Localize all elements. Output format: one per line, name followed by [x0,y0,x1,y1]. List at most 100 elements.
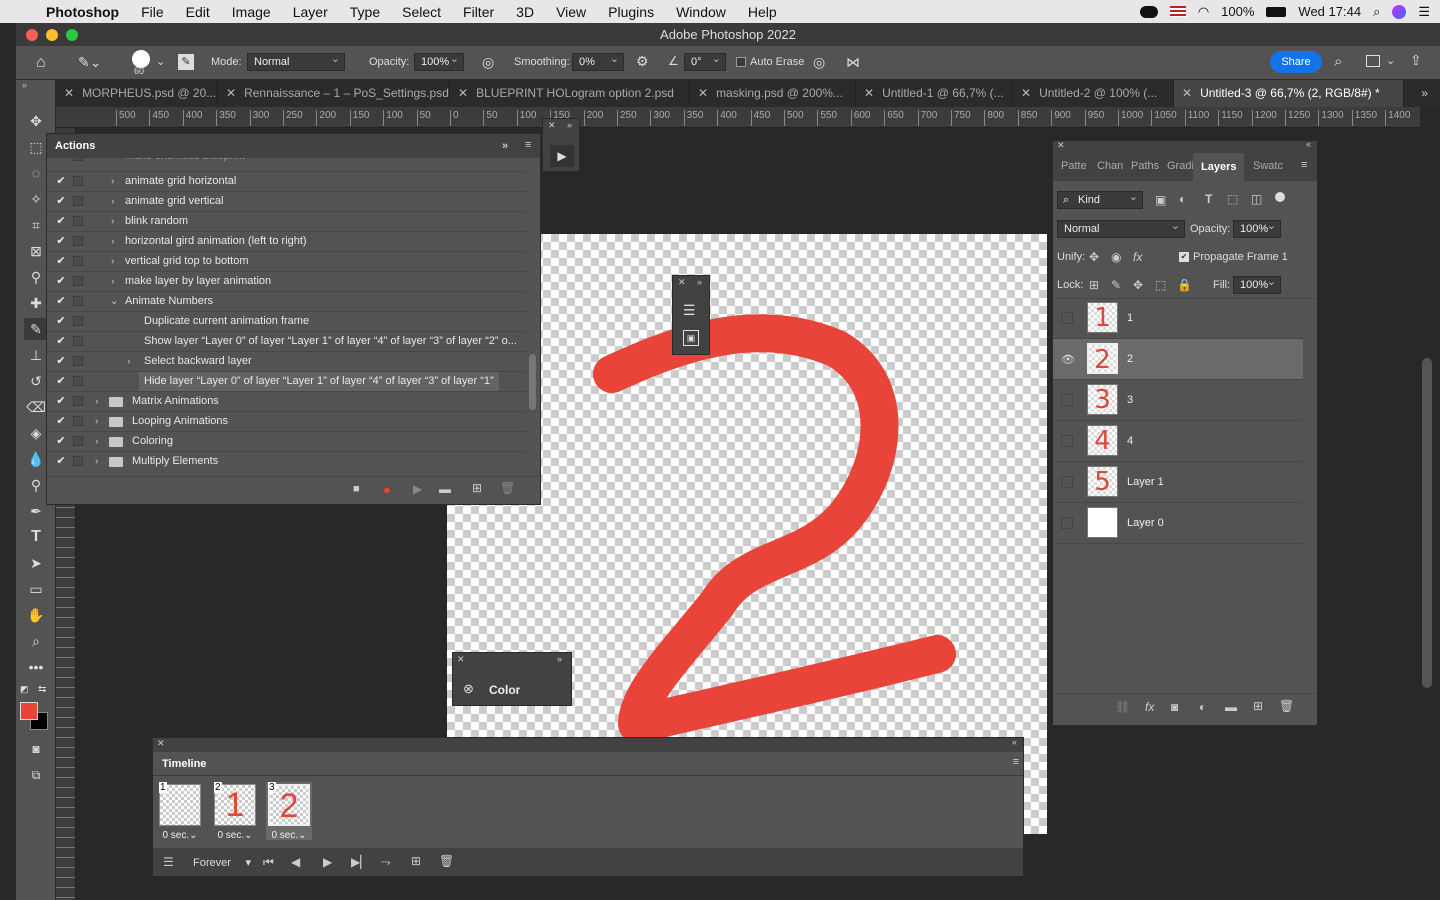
action-step-row[interactable]: ✔ › Select backward layer [47,351,527,371]
close-panel-icon[interactable]: ✕ [157,738,165,749]
clock[interactable]: Wed 17:44 [1298,4,1361,19]
first-frame-icon[interactable]: ⏮ [263,855,274,870]
delete-frame-icon[interactable]: 🗑 [439,854,454,868]
action-step-row[interactable]: ✔ Show layer “Layer 0” of layer “Layer 1”… [47,331,527,351]
close-strip-icon[interactable]: ✕ [678,277,686,288]
properties-icon[interactable]: ▣ [683,330,699,346]
previous-frame-icon[interactable]: ◀ [291,855,300,869]
eraser-tool-icon[interactable]: ⌫ [24,396,48,418]
menu-filter[interactable]: Filter [452,4,505,20]
expand-chevron-icon[interactable]: › [111,172,114,191]
menu-image[interactable]: Image [221,4,282,20]
healing-brush-tool-icon[interactable]: ✚ [24,292,48,314]
panel-menu-icon[interactable]: ≡ [1301,159,1307,171]
rectangle-tool-icon[interactable]: ▭ [24,578,48,600]
lock-pixels-icon[interactable]: ✎ [1111,278,1121,292]
convert-to-video-timeline-icon[interactable]: ☰ [163,855,174,869]
expand-chevron-icon[interactable]: › [111,272,114,291]
filter-type-icon[interactable]: T [1205,192,1212,206]
layer-row[interactable]: 4 4 [1053,421,1303,462]
close-tab-icon[interactable]: ✕ [64,86,74,100]
layer-kind-filter[interactable]: ⌕ Kind [1057,189,1143,209]
toggle-check-icon[interactable]: ✔ [55,252,67,271]
toggle-check-icon[interactable]: ✔ [55,158,67,166]
action-step-row[interactable]: ✔ Duplicate current animation frame [47,311,527,331]
expand-chevron-icon[interactable]: › [95,392,98,411]
tabs-overflow-icon[interactable]: » [1421,86,1428,100]
toggle-check-icon[interactable]: ✔ [55,192,67,211]
tab-morpheus[interactable]: ✕ MORPHEUS.psd @ 20... [56,80,218,107]
siri-icon[interactable] [1392,4,1407,19]
visibility-toggle[interactable] [1061,476,1073,488]
creative-cloud-icon[interactable] [1139,5,1158,18]
duplicate-frame-icon[interactable]: ⊞ [411,854,421,868]
angle-input[interactable]: 0° [684,51,726,71]
visibility-toggle[interactable] [1061,312,1073,324]
tab-channels[interactable]: Chan [1097,160,1123,172]
toggle-check-icon[interactable]: ✔ [55,412,67,431]
dialog-toggle-box[interactable] [73,276,83,286]
auto-erase-checkbox[interactable] [736,57,746,67]
search-icon[interactable]: ⌕ [1334,53,1342,70]
lock-transparent-icon[interactable]: ⊞ [1089,278,1099,292]
lasso-tool-icon[interactable]: ◌ [24,162,48,184]
canvas-right-scrollbar[interactable] [1419,128,1440,900]
action-row[interactable]: ✔ › animate grid vertical [47,191,527,211]
adjustments-sliders-icon[interactable]: ☰ [683,302,696,319]
menu-window[interactable]: Window [665,4,737,20]
loop-select[interactable]: Forever ▾ [187,854,251,872]
flag-icon[interactable] [1169,6,1186,17]
collapse-panel-icon[interactable]: « [1012,737,1017,747]
dialog-toggle-box[interactable] [73,316,83,326]
add-mask-icon[interactable]: ◙ [1171,700,1178,714]
action-row[interactable]: ✔ › horizontal gird animation (left to rig… [47,231,527,251]
layer-row[interactable]: Layer 0 [1053,503,1303,544]
animation-frame-selected[interactable]: 2 3 0 sec.⌄ [266,782,312,841]
layer-row[interactable]: 5 Layer 1 [1053,462,1303,503]
default-colors-icon[interactable]: ◩ [20,684,29,695]
play-animation-icon[interactable]: ▶ [323,855,332,869]
lock-all-icon[interactable]: 🔒 [1177,278,1192,292]
blend-mode-select[interactable]: Normal [1057,218,1185,238]
screen-mode-icon[interactable]: ⧉ [24,764,48,786]
eye-icon[interactable]: 👁 [1061,353,1075,366]
more-tools-icon[interactable]: ••• [24,656,48,678]
menu-edit[interactable]: Edit [175,4,221,20]
toggle-check-icon[interactable]: ✔ [55,232,67,251]
expand-chevron-icon[interactable]: › [111,232,114,251]
toggle-check-icon[interactable]: ✔ [55,432,67,451]
delete-action-icon[interactable]: 🗑 [500,481,515,495]
tab-rennaissance[interactable]: ✕ Rennaissance – 1 – PoS_Settings.psd [218,80,450,107]
dialog-toggle-box[interactable] [73,158,83,161]
unify-position-icon[interactable]: ✥ [1089,250,1099,264]
foreground-color-swatch[interactable] [20,702,38,720]
panel-menu-icon[interactable]: ≡ [1013,756,1019,768]
magic-wand-tool-icon[interactable]: ✧ [24,188,48,210]
animation-frame[interactable]: 1 2 0 sec.⌄ [212,782,258,842]
action-row-expanded[interactable]: ✔ ⌄ Animate Numbers [47,291,527,311]
dialog-toggle-box[interactable] [73,356,83,366]
menu-view[interactable]: View [545,4,597,20]
expand-chevron-icon[interactable]: › [95,432,98,451]
visibility-toggle[interactable] [1061,517,1073,529]
dialog-toggle-box[interactable] [73,456,83,466]
close-tab-icon[interactable]: ✕ [458,86,468,100]
frame-tool-icon[interactable]: ⊠ [24,240,48,262]
tween-icon[interactable]: ⤳ [381,855,391,870]
toggle-check-icon[interactable]: ✔ [55,372,67,391]
share-button[interactable]: Share [1270,51,1322,73]
action-row[interactable]: ✔ › make layer by layer animation [47,271,527,291]
toggle-check-icon[interactable]: ✔ [55,272,67,291]
quick-mask-icon[interactable]: ◙ [24,738,48,760]
close-window-button[interactable] [26,29,38,41]
expand-strip-icon[interactable]: » [697,277,702,287]
history-brush-tool-icon[interactable]: ↺ [24,370,48,392]
clone-stamp-tool-icon[interactable]: ⊥ [24,344,48,366]
move-tool-icon[interactable]: ✥ [24,110,48,132]
unify-style-icon[interactable]: fx [1133,250,1142,264]
new-group-icon[interactable]: ▬ [1225,700,1237,714]
action-row[interactable]: ✔ › animate grid horizontal [47,171,527,191]
filter-pixel-icon[interactable]: ▣ [1155,193,1166,207]
expand-chevron-icon[interactable]: › [111,212,114,231]
tab-paths[interactable]: Paths [1131,160,1159,172]
